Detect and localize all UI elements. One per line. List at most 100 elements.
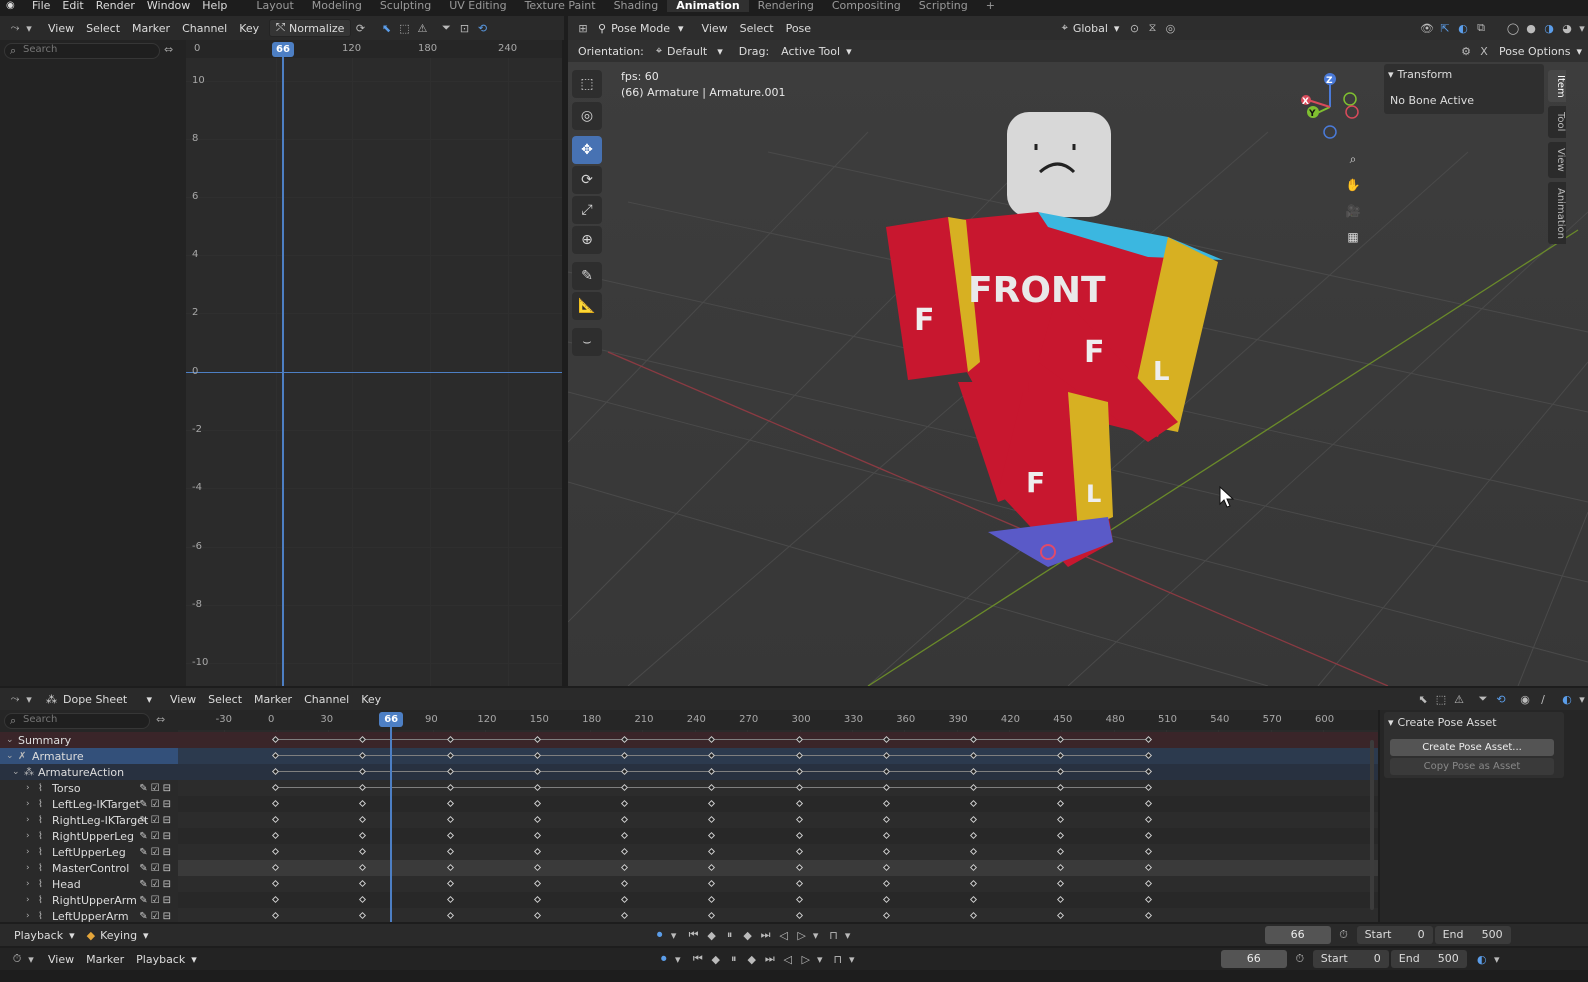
channel-toggles[interactable]: ✎☑⊟	[139, 815, 174, 826]
show-hidden-icon[interactable]: ⬚	[395, 19, 413, 37]
dope-sheet-editor-type-icon[interactable]: ⤳	[6, 690, 24, 708]
playback-dropdown[interactable]: Playback ▾	[8, 926, 81, 944]
create-pose-asset-header[interactable]: ▾ Create Pose Asset	[1388, 716, 1497, 729]
channel-toggles[interactable]: ✎☑⊟	[139, 895, 174, 906]
move-tool-icon[interactable]: ✥	[572, 136, 602, 164]
prev-frame-icon[interactable]: ◁	[775, 926, 793, 944]
relax-pose-tool-icon[interactable]: ⌣	[572, 328, 602, 356]
graph-current-frame-badge[interactable]: 66	[272, 42, 294, 57]
pause-icon[interactable]: ⏸	[721, 926, 739, 944]
sidebar-tab-item[interactable]: Item	[1548, 70, 1566, 102]
dope-playhead[interactable]	[390, 720, 393, 922]
dope-menu-channel[interactable]: Channel	[298, 690, 355, 708]
proportional-edit-icon[interactable]: ◎	[1161, 19, 1179, 37]
chevron-icon[interactable]: ⌄	[12, 767, 24, 777]
tab-uv-editing[interactable]: UV Editing	[440, 0, 515, 12]
swap-icon[interactable]: ⇔	[164, 43, 173, 56]
dope-channel-row[interactable]: › ⌇ LeftUpperArm ✎☑⊟	[0, 908, 178, 922]
dope-channel-row[interactable]: › ⌇ MasterControl ✎☑⊟	[0, 860, 178, 876]
transform-tool-icon[interactable]: ⊕	[572, 226, 602, 254]
copy-pose-as-asset-button[interactable]: Copy Pose as Asset	[1390, 758, 1554, 775]
scale-tool-icon[interactable]: ⤢	[572, 196, 602, 224]
interpolation-icon[interactable]: ∕	[1534, 690, 1552, 708]
dope-channel-row[interactable]: › ⌇ RightUpperLeg ✎☑⊟	[0, 828, 178, 844]
tab-modeling[interactable]: Modeling	[303, 0, 371, 12]
channel-toggles[interactable]: ✎☑⊟	[139, 863, 174, 874]
timeline-menu-playback[interactable]: Playback ▾	[130, 950, 203, 968]
proportional-icon[interactable]: ◉	[1516, 690, 1534, 708]
dope-menu-key[interactable]: Key	[355, 690, 387, 708]
xray-icon[interactable]: ⧉	[1472, 19, 1490, 37]
only-show-selected-icon[interactable]: ⬉	[1414, 690, 1432, 708]
snap-icon[interactable]: ⧖	[1143, 19, 1161, 37]
chevron-down-icon[interactable]: ▾	[847, 950, 857, 968]
chevron-down-icon[interactable]: ▾	[673, 950, 683, 968]
pose-options-dropdown[interactable]: Pose Options ▾	[1493, 42, 1588, 60]
viewport-menu-select[interactable]: Select	[734, 19, 780, 37]
chevron-icon[interactable]: ›	[26, 847, 38, 857]
transform-panel-header[interactable]: ▾ Transform	[1388, 68, 1452, 81]
tab-layout[interactable]: Layout	[247, 0, 302, 12]
current-frame-field[interactable]: 66	[1264, 926, 1331, 944]
auto-snap-icon[interactable]: ⟲	[473, 19, 491, 37]
graph-menu-channel[interactable]: Channel	[176, 19, 233, 37]
channel-toggles[interactable]: ✎☑⊟	[139, 831, 174, 842]
prev-frame-icon[interactable]: ◁	[779, 950, 797, 968]
dope-channel-row[interactable]: ⌄ ✗ Armature	[0, 748, 178, 764]
chevron-down-icon[interactable]: ▾	[843, 926, 853, 944]
dope-grid[interactable]: -30 0 30 90 120 150 180 210 240 270 300 330 360 390 42…	[0, 710, 1378, 922]
show-hidden-icon[interactable]: ⬚	[1432, 690, 1450, 708]
chevron-icon[interactable]: ›	[26, 863, 38, 873]
sidebar-tab-view[interactable]: View	[1548, 142, 1566, 178]
dope-channel-row[interactable]: › ⌇ LeftLeg-IKTarget ✎☑⊟	[0, 796, 178, 812]
chevron-down-icon[interactable]: ▾	[24, 19, 34, 37]
select-box-tool-icon[interactable]: ⬚	[572, 70, 602, 98]
jump-next-key-icon[interactable]: ◆	[739, 926, 757, 944]
dope-menu-view[interactable]: View	[164, 690, 202, 708]
tab-compositing[interactable]: Compositing	[823, 0, 910, 12]
chevron-down-icon[interactable]: ▾	[1491, 950, 1503, 968]
channel-toggles[interactable]: ✎☑⊟	[139, 799, 174, 810]
chevron-down-icon[interactable]: ▾	[1576, 19, 1588, 37]
graph-menu-select[interactable]: Select	[80, 19, 126, 37]
stopwatch-icon[interactable]: ⏱	[1335, 926, 1353, 944]
graph-menu-key[interactable]: Key	[233, 19, 265, 37]
record-icon[interactable]: ⏺	[655, 950, 673, 968]
dope-menu-select[interactable]: Select	[202, 690, 248, 708]
refresh-icon[interactable]: ⟳	[351, 19, 369, 37]
chevron-icon[interactable]: ⌄	[6, 735, 18, 745]
jump-next-key-icon[interactable]: ◆	[743, 950, 761, 968]
tab-rendering[interactable]: Rendering	[749, 0, 823, 12]
x-mirror-icon[interactable]: X	[1475, 42, 1493, 60]
next-frame-icon[interactable]: ▷	[797, 950, 815, 968]
keying-dropdown[interactable]: ◆ Keying ▾	[81, 926, 155, 944]
menu-help[interactable]: Help	[196, 0, 233, 12]
filter-icon[interactable]: ⏷	[437, 19, 455, 37]
menu-file[interactable]: File	[26, 0, 56, 12]
start-frame-field[interactable]: Start 0	[1356, 926, 1433, 944]
dope-channel-row[interactable]: › ⌇ RightLeg-IKTarget ✎☑⊟	[0, 812, 178, 828]
chevron-down-icon[interactable]: ▾	[24, 690, 34, 708]
graph-playhead[interactable]	[282, 50, 284, 686]
blender-logo-icon[interactable]: ◉	[6, 1, 20, 11]
next-frame-icon[interactable]: ▷	[793, 926, 811, 944]
only-errors-icon[interactable]: ⚠	[1450, 690, 1468, 708]
pose-options-icon[interactable]: ⚙	[1457, 42, 1475, 60]
stopwatch-icon[interactable]: ⏱	[1291, 950, 1309, 968]
chevron-icon[interactable]: ›	[26, 879, 38, 889]
shading-material-icon[interactable]: ◑	[1540, 19, 1558, 37]
jump-start-icon[interactable]: ⏮	[685, 926, 703, 944]
dope-menu-marker[interactable]: Marker	[248, 690, 298, 708]
measure-tool-icon[interactable]: 📐	[572, 292, 602, 320]
tab-texture-paint[interactable]: Texture Paint	[516, 0, 605, 12]
overlay-toggle-icon[interactable]: ◐	[1558, 690, 1576, 708]
shading-wireframe-icon[interactable]: ◯	[1504, 19, 1522, 37]
channel-toggles[interactable]: ✎☑⊟	[139, 879, 174, 890]
chevron-icon[interactable]: ›	[26, 799, 38, 809]
sidebar-tab-tool[interactable]: Tool	[1548, 106, 1566, 138]
auto-snap-icon[interactable]: ⟲	[1492, 690, 1510, 708]
jump-prev-key-icon[interactable]: ◆	[707, 950, 725, 968]
shading-rendered-icon[interactable]: ◕	[1558, 19, 1576, 37]
menu-render[interactable]: Render	[90, 0, 141, 12]
chevron-icon[interactable]: ›	[26, 783, 38, 793]
